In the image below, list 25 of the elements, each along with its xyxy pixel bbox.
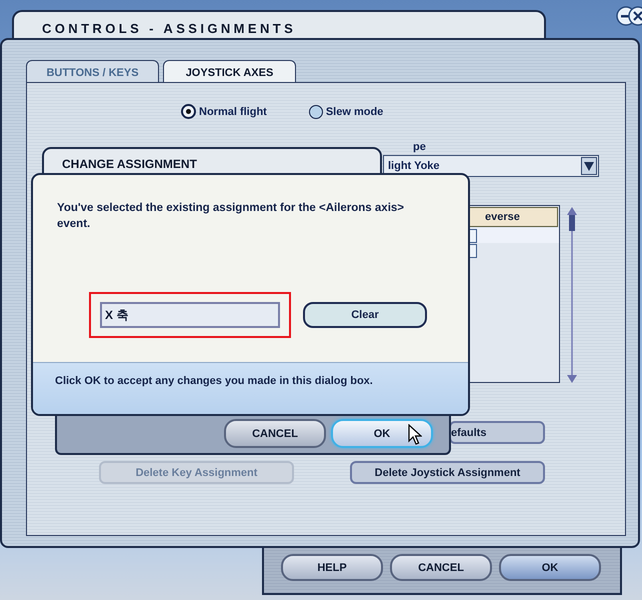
footer-button[interactable]: CANCEL bbox=[390, 554, 492, 581]
radio-label: Slew mode bbox=[326, 106, 384, 118]
dropdown[interactable]: light Yoke bbox=[383, 155, 599, 177]
dialog-button[interactable]: CANCEL bbox=[224, 419, 326, 448]
footer-button[interactable]: OK bbox=[499, 554, 601, 581]
tab[interactable]: JOYSTICK AXES bbox=[163, 60, 296, 82]
hint-text: Click OK to accept any changes you made in this dialog box. bbox=[55, 375, 373, 387]
radio-label: Normal flight bbox=[199, 106, 267, 118]
window-title: CONTROLS - ASSIGNMENTS bbox=[42, 21, 296, 36]
dialog-button[interactable]: OK bbox=[331, 419, 433, 448]
field-label: pe bbox=[413, 141, 427, 153]
dialog-message: You've selected the existing assignment for the <Ailerons axis> event. bbox=[57, 201, 405, 232]
input-field[interactable]: X 축 bbox=[100, 302, 280, 328]
dropdown-value: light Yoke bbox=[388, 160, 440, 172]
footer-button[interactable]: HELP bbox=[281, 554, 383, 581]
defaults-button[interactable]: efaults bbox=[449, 421, 545, 444]
radio-button[interactable] bbox=[181, 104, 196, 119]
clear-button[interactable]: Clear bbox=[303, 302, 427, 328]
mouse-pointer-icon bbox=[408, 424, 422, 445]
scrollbar[interactable] bbox=[566, 205, 578, 385]
close-icon[interactable] bbox=[628, 6, 642, 26]
radio-button[interactable] bbox=[308, 104, 323, 118]
tab[interactable]: BUTTONS / KEYS bbox=[26, 60, 159, 82]
dialog-title: CHANGE ASSIGNMENT bbox=[62, 157, 197, 171]
delete-button[interactable]: Delete Joystick Assignment bbox=[350, 461, 545, 484]
